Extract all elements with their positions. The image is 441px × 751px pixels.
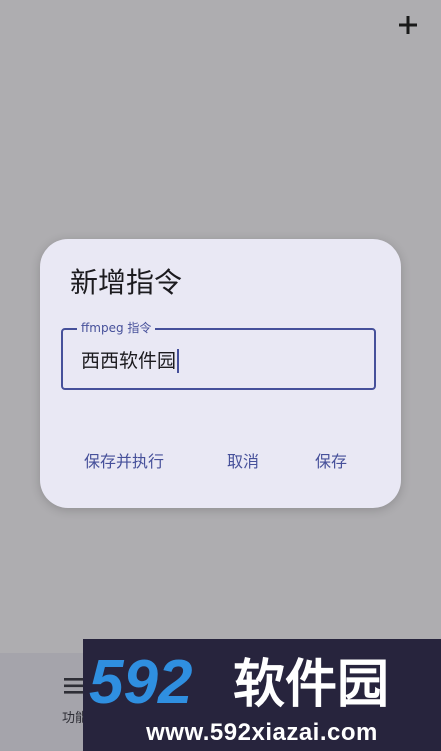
save-and-run-button[interactable]: 保存并执行 (84, 447, 164, 477)
new-command-dialog: 新增指令 ffmpeg 指令 西西软件园 保存并执行 取消 保存 (40, 239, 401, 508)
svg-text:软件园: 软件园 (233, 655, 389, 715)
text-cursor (177, 349, 180, 373)
watermark-url: www.592xiazai.com (146, 719, 378, 746)
watermark: 592 软件园 www.592xiazai.com (83, 639, 441, 751)
ffmpeg-command-field[interactable]: ffmpeg 指令 西西软件园 (61, 320, 376, 390)
field-label: ffmpeg 指令 (77, 320, 156, 336)
field-input-text: 西西软件园 (81, 350, 177, 372)
svg-text:592: 592 (89, 648, 192, 715)
save-button[interactable]: 保存 (315, 447, 347, 477)
dialog-title: 新增指令 (70, 266, 183, 299)
add-command-button[interactable] (395, 12, 421, 38)
field-input-value[interactable]: 西西软件园 (81, 349, 180, 373)
cancel-button[interactable]: 取消 (227, 447, 259, 477)
app-screen: 功能 新增指令 ffmpeg 指令 西西软件园 保存并执行 取消 保存 592 … (0, 0, 441, 751)
plus-icon (399, 16, 417, 34)
watermark-logo: 592 软件园 (89, 648, 389, 715)
